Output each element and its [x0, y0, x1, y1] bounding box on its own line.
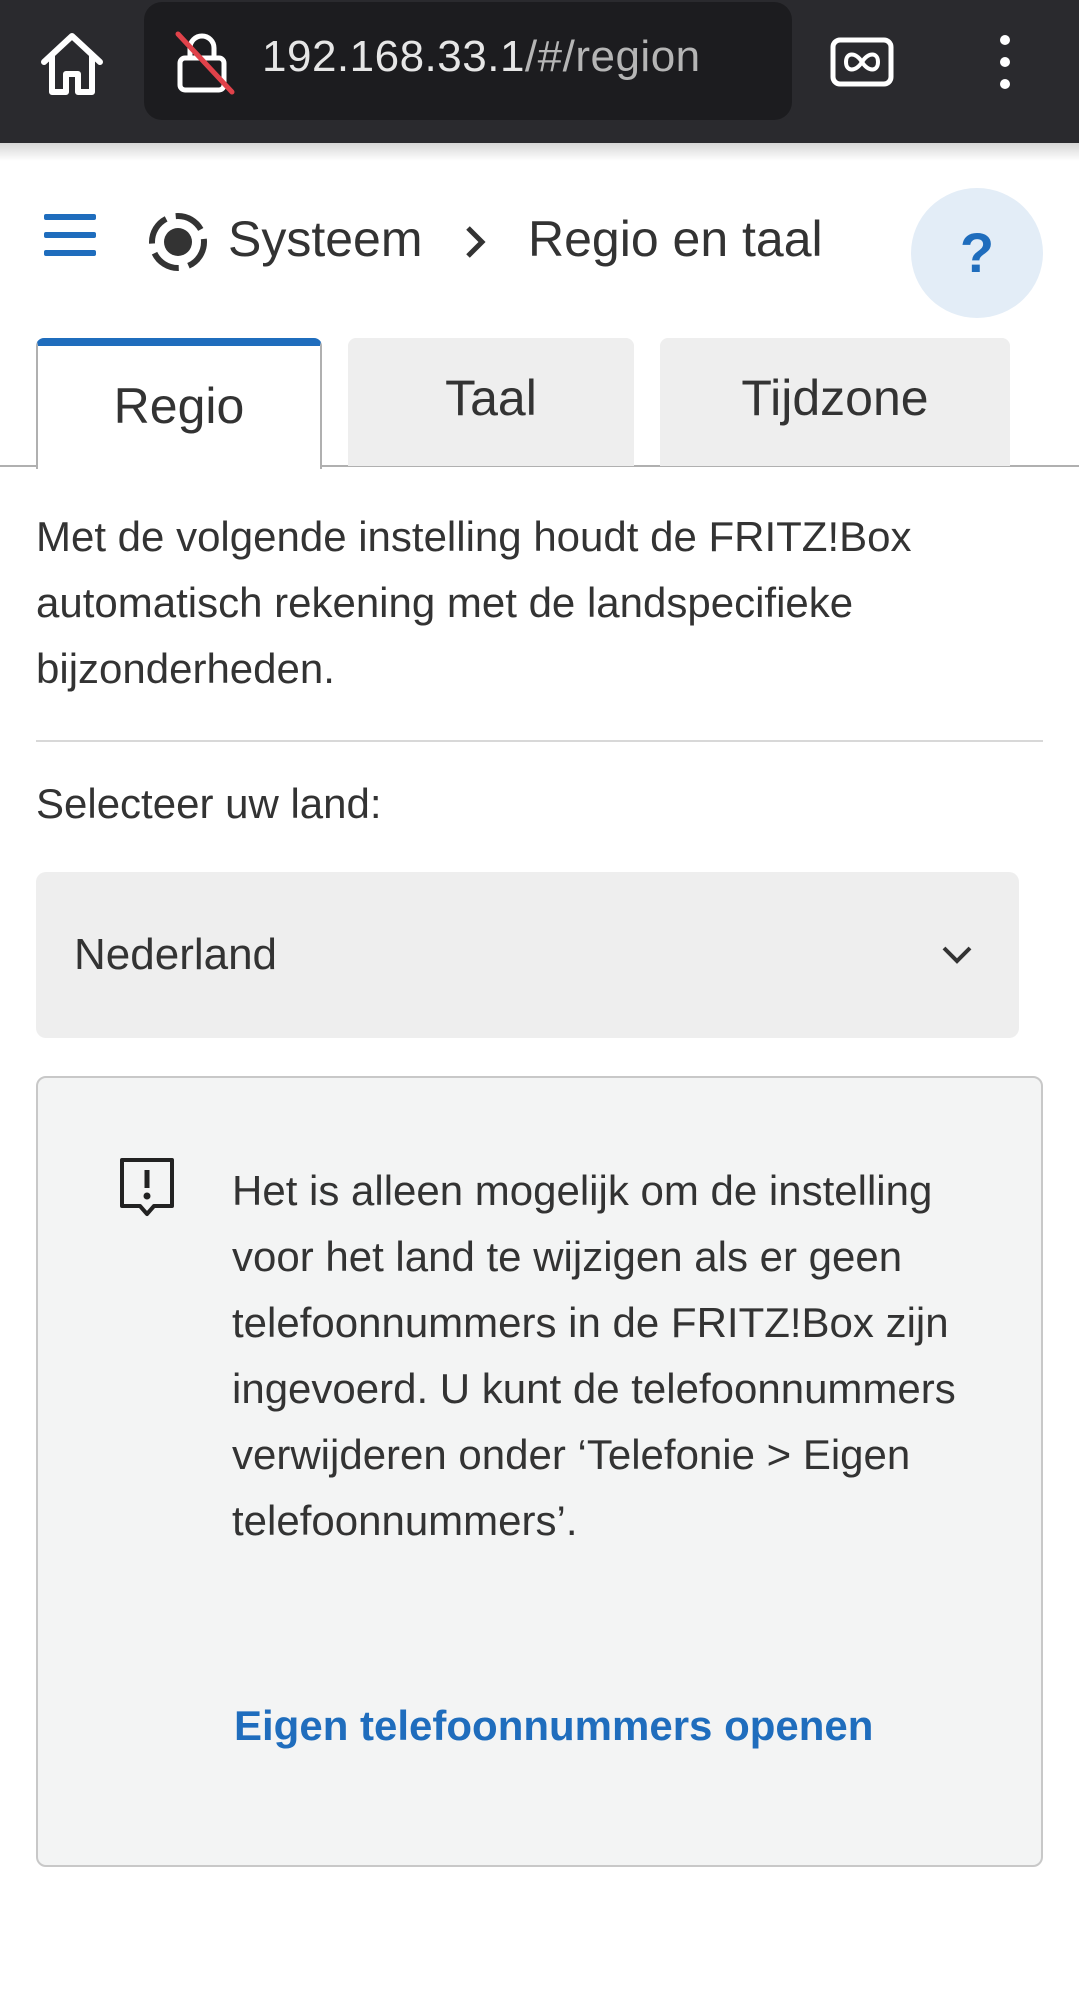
- tabs-icon[interactable]: [828, 30, 896, 94]
- chevron-right-icon: [460, 222, 490, 262]
- country-select-label: Selecteer uw land:: [36, 780, 382, 827]
- country-select-value: Nederland: [74, 930, 278, 979]
- url-host: 192.168.33.1: [262, 32, 525, 81]
- home-icon[interactable]: [36, 28, 108, 100]
- breadcrumb-systeem[interactable]: Systeem: [228, 210, 423, 268]
- tab-regio[interactable]: Regio: [36, 338, 322, 469]
- toolbar-shadow: [0, 143, 1079, 161]
- info-text: Het is alleen mogelijk om de instelling …: [232, 1167, 956, 1544]
- hamburger-menu-icon[interactable]: [40, 210, 100, 260]
- tab-taal[interactable]: Taal: [348, 338, 634, 466]
- address-bar[interactable]: 192.168.33.1/#/region: [144, 2, 792, 120]
- country-select[interactable]: Nederland: [36, 872, 1019, 1038]
- info-panel: Het is alleen mogelijk om de instelling …: [36, 1076, 1043, 1867]
- chevron-down-icon: [936, 934, 978, 976]
- breadcrumb-current: Regio en taal: [528, 211, 823, 267]
- alert-message-icon: [118, 1156, 176, 1220]
- help-label: ?: [959, 221, 995, 284]
- more-vert-icon[interactable]: [990, 32, 1020, 92]
- url-text[interactable]: 192.168.33.1/#/region: [262, 32, 701, 82]
- insecure-lock-icon[interactable]: [174, 30, 236, 96]
- help-button[interactable]: ?: [911, 188, 1043, 318]
- divider: [36, 740, 1043, 742]
- intro-text: Met de volgende instelling houdt de FRIT…: [36, 513, 912, 692]
- tab-tijdzone[interactable]: Tijdzone: [660, 338, 1010, 466]
- system-icon: [144, 208, 212, 276]
- url-path: /#/region: [524, 32, 701, 81]
- browser-toolbar: 192.168.33.1/#/region: [0, 0, 1079, 143]
- open-phone-numbers-link[interactable]: Eigen telefoonnummers openen: [234, 1702, 873, 1750]
